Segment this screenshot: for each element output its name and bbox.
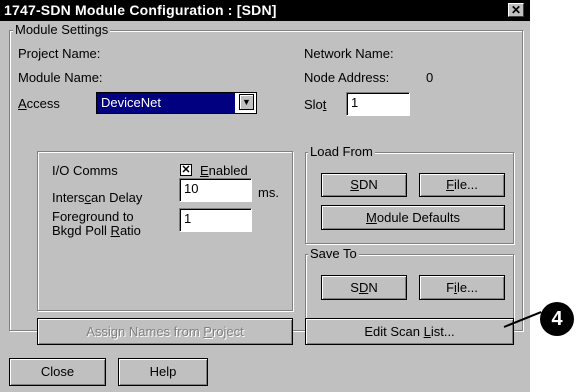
close-icon: ✕: [510, 3, 522, 17]
interscan-unit: ms.: [258, 185, 279, 200]
assign-names-button[interactable]: Assign Names from Project: [37, 318, 293, 345]
network-name-label: Network Name:: [304, 46, 394, 61]
load-file-button[interactable]: File...: [419, 173, 505, 197]
module-defaults-button[interactable]: Module Defaults: [321, 205, 505, 230]
load-from-legend: Load From: [308, 144, 375, 159]
save-sdn-button[interactable]: SDN: [321, 275, 407, 300]
module-settings-legend: Module Settings: [13, 22, 111, 37]
interscan-delay-label: Interscan Delay: [52, 190, 143, 205]
access-label: Access: [18, 96, 60, 111]
window-title: 1747-SDN Module Configuration : [SDN]: [4, 2, 277, 18]
save-file-button[interactable]: File...: [419, 275, 505, 300]
title-bar: 1747-SDN Module Configuration : [SDN] ✕: [0, 0, 530, 21]
close-button[interactable]: Close: [9, 358, 106, 386]
foreground-ratio-label-line1: Foreground to: [52, 209, 134, 224]
slot-field[interactable]: 1: [346, 92, 410, 116]
enabled-label: Enabled: [200, 163, 248, 178]
module-name-label: Module Name:: [18, 70, 103, 85]
project-name-label: Project Name:: [18, 46, 101, 61]
load-sdn-button[interactable]: SDN: [321, 173, 407, 197]
edit-scan-list-button[interactable]: Edit Scan List...: [305, 318, 514, 345]
help-button[interactable]: Help: [118, 358, 208, 386]
node-address-value: 0: [426, 70, 434, 85]
slot-label: Slot: [304, 97, 327, 112]
foreground-ratio-field[interactable]: 1: [179, 208, 252, 232]
access-select-value: DeviceNet: [97, 93, 235, 113]
io-comms-label: I/O Comms: [52, 163, 118, 178]
callout-marker: 4: [540, 302, 574, 336]
access-select[interactable]: DeviceNet ▼: [96, 92, 257, 114]
close-window-button[interactable]: ✕: [508, 3, 524, 17]
save-to-legend: Save To: [308, 246, 359, 261]
chevron-down-icon[interactable]: ▼: [239, 94, 254, 110]
foreground-ratio-label-line2: Bkgd Poll Ratio: [52, 223, 141, 238]
load-from-group: [305, 152, 514, 244]
dialog-body: Module Settings Project Name: Module Nam…: [0, 21, 530, 392]
enabled-checkbox[interactable]: ✕: [180, 164, 192, 176]
interscan-delay-field[interactable]: 10: [179, 178, 252, 202]
node-address-label: Node Address:: [304, 70, 390, 85]
